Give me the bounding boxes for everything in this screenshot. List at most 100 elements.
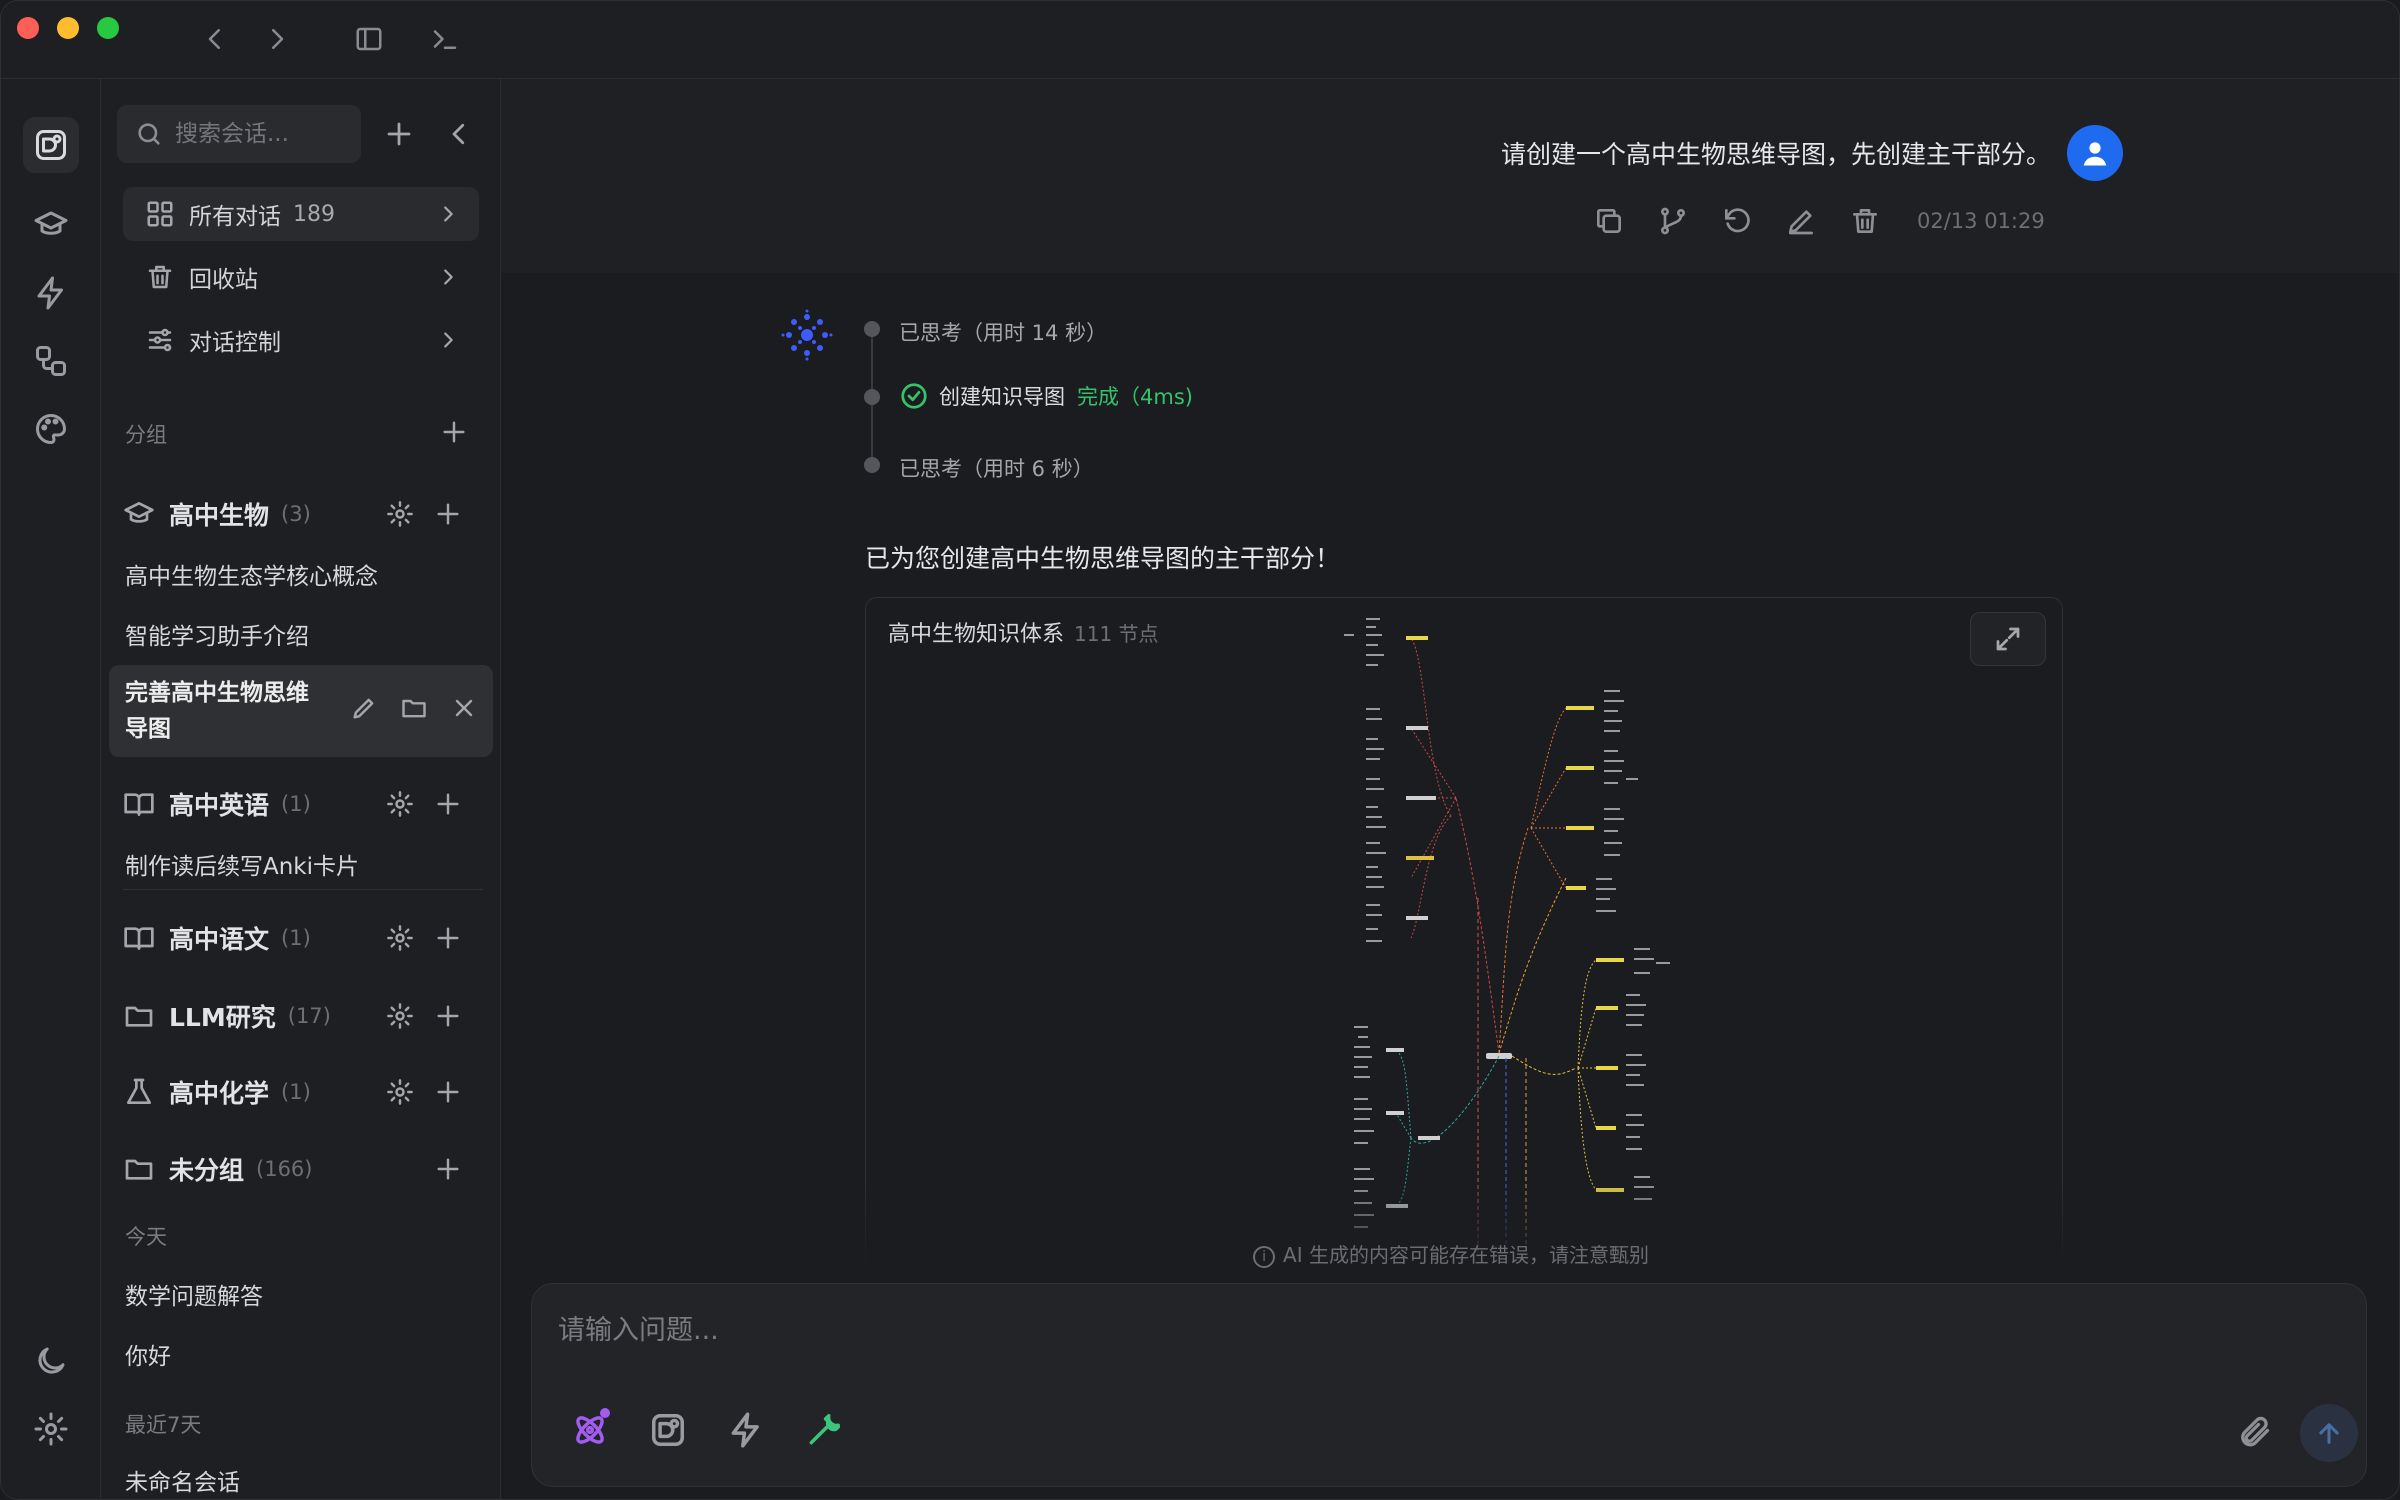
- assistant-select-button[interactable]: [646, 1408, 690, 1452]
- plus-icon: [437, 927, 459, 949]
- group-add-button[interactable]: [433, 1154, 463, 1184]
- rail-workflow-button[interactable]: [23, 333, 79, 389]
- rename-conversation-button[interactable]: [349, 693, 379, 723]
- rail-theme-button[interactable]: [23, 401, 79, 457]
- lightning-icon: [731, 1412, 759, 1448]
- nav-rail: [1, 79, 101, 1499]
- title-bar: [1, 1, 2399, 79]
- group-add-button[interactable]: [433, 1001, 463, 1031]
- timeline-dot: [864, 389, 880, 405]
- info-icon: i: [1253, 1245, 1276, 1268]
- menu-label: 对话控制: [189, 330, 281, 356]
- group-add-button[interactable]: [433, 789, 463, 819]
- group-settings-button[interactable]: [385, 1001, 415, 1031]
- group-high-school-chinese[interactable]: 高中语文 (1): [123, 913, 479, 963]
- forward-button[interactable]: [259, 21, 295, 57]
- workflow-icon: [36, 346, 66, 376]
- delete-conversation-button[interactable]: [449, 693, 479, 723]
- conversation-control-item[interactable]: 对话控制: [123, 313, 479, 367]
- tool-call-label: 创建知识导图: [939, 385, 1065, 409]
- conversation-item[interactable]: 数学问题解答: [125, 1277, 263, 1311]
- regenerate-button[interactable]: [1719, 203, 1755, 239]
- edit-button[interactable]: [1783, 203, 1819, 239]
- trash-icon: [1853, 209, 1877, 233]
- add-group-button[interactable]: [439, 417, 469, 447]
- toggle-sidebar-button[interactable]: [351, 21, 387, 57]
- chevron-right-icon: [444, 332, 453, 348]
- zoom-window-button[interactable]: [97, 17, 119, 39]
- plus-icon: [437, 1081, 459, 1103]
- folder-icon: [125, 1159, 153, 1180]
- group-high-school-english[interactable]: 高中英语 (1): [123, 779, 479, 829]
- all-conversations-item[interactable]: 所有对话 189: [123, 187, 479, 241]
- ai-disclaimer: i AI 生成的内容可能存在错误，请注意甄别: [501, 1239, 2399, 1268]
- terminal-icon: [433, 30, 457, 49]
- message-actions: 02/13 01:29: [1591, 203, 2045, 239]
- conversation-item[interactable]: 你好: [125, 1337, 171, 1371]
- collapse-sidebar-button[interactable]: [439, 114, 479, 154]
- group-ungrouped[interactable]: 未分组 (166): [123, 1144, 479, 1194]
- minimize-window-button[interactable]: [57, 17, 79, 39]
- group-name: 高中生物: [169, 501, 270, 530]
- timeline-dot: [864, 321, 880, 337]
- group-settings-button[interactable]: [385, 923, 415, 953]
- gear-icon: [387, 791, 413, 817]
- send-button[interactable]: [2300, 1404, 2358, 1462]
- conversation-item[interactable]: 高中生物生态学核心概念: [125, 557, 378, 591]
- move-conversation-button[interactable]: [399, 693, 429, 723]
- tool-call-step[interactable]: 创建知识导图 完成（4ms): [899, 381, 1193, 411]
- conversation-item[interactable]: 未命名会话: [125, 1463, 240, 1497]
- rail-flash-button[interactable]: [23, 265, 79, 321]
- group-llm-research[interactable]: LLM研究 (17): [123, 991, 479, 1041]
- copy-button[interactable]: [1591, 203, 1627, 239]
- back-button[interactable]: [197, 21, 233, 57]
- new-conversation-button[interactable]: [379, 114, 419, 154]
- branch-button[interactable]: [1655, 203, 1691, 239]
- close-window-button[interactable]: [17, 17, 39, 39]
- group-add-button[interactable]: [433, 1077, 463, 1107]
- arrow-up-icon: [2319, 1423, 2339, 1444]
- close-icon: [455, 699, 473, 717]
- conversation-item[interactable]: 智能学习助手介绍: [125, 617, 309, 651]
- chevron-left-icon: [208, 29, 220, 49]
- model-select-button[interactable]: [568, 1408, 612, 1452]
- group-add-button[interactable]: [433, 499, 463, 529]
- menu-label: 所有对话: [189, 204, 281, 230]
- terminal-button[interactable]: [427, 21, 463, 57]
- group-settings-button[interactable]: [385, 789, 415, 819]
- message-input[interactable]: [558, 1308, 2318, 1368]
- group-settings-button[interactable]: [385, 1077, 415, 1107]
- rail-chat-button[interactable]: [23, 117, 79, 173]
- search-box: [117, 105, 361, 163]
- book-icon: [124, 793, 154, 816]
- trash-item[interactable]: 回收站: [123, 250, 479, 304]
- delete-button[interactable]: [1847, 203, 1883, 239]
- group-name: LLM研究: [169, 1003, 276, 1032]
- attach-file-button[interactable]: [2232, 1410, 2276, 1454]
- group-count: (1): [281, 1080, 311, 1104]
- conversation-item[interactable]: 制作读后续写Anki卡片: [125, 847, 359, 881]
- search-input[interactable]: [175, 121, 355, 147]
- group-name: 高中语文: [169, 925, 270, 954]
- settings-button[interactable]: [23, 1401, 79, 1457]
- pencil-icon: [353, 698, 374, 719]
- tools-button[interactable]: [802, 1408, 846, 1452]
- user-message: 请创建一个高中生物思维导图，先创建主干部分。: [1500, 140, 2051, 169]
- group-high-school-chemistry[interactable]: 高中化学 (1): [123, 1067, 479, 1117]
- copy-icon: [1597, 209, 1621, 233]
- group-high-school-biology[interactable]: 高中生物 (3): [123, 489, 479, 539]
- composer-tools: [568, 1408, 846, 1452]
- group-add-button[interactable]: [433, 923, 463, 953]
- thinking-step-1[interactable]: 已思考（用时 14 秒）: [899, 317, 1107, 347]
- quick-action-button[interactable]: [724, 1408, 768, 1452]
- thinking-step-2[interactable]: 已思考（用时 6 秒）: [899, 453, 1094, 483]
- rail-learn-button[interactable]: [23, 197, 79, 253]
- dark-mode-button[interactable]: [23, 1333, 79, 1389]
- group-count: (1): [281, 926, 311, 950]
- lightning-icon: [37, 276, 63, 310]
- paperclip-icon: [2241, 1416, 2270, 1447]
- wrench-icon: [809, 1414, 840, 1445]
- conversation-count: 189: [293, 201, 335, 227]
- active-conversation-item[interactable]: 完善高中生物思维导图: [109, 665, 493, 757]
- group-settings-button[interactable]: [385, 499, 415, 529]
